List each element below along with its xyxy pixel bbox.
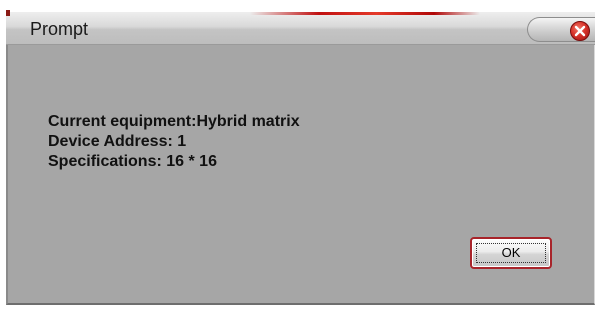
ok-button-label: OK [501, 245, 521, 260]
title-bar-accent [250, 12, 480, 15]
close-icon[interactable] [570, 21, 590, 41]
title-bar[interactable] [6, 12, 595, 45]
prompt-dialog: Prompt Current equipment:Hybrid matrix D… [0, 0, 597, 309]
message-equipment: Current equipment:Hybrid matrix [48, 113, 300, 130]
ok-button[interactable]: OK [470, 237, 552, 269]
title-bar-corner [6, 10, 10, 16]
message-specifications: Specifications: 16 * 16 [48, 153, 217, 170]
window-title: Prompt [30, 19, 89, 39]
message-device-address: Device Address: 1 [48, 133, 187, 150]
